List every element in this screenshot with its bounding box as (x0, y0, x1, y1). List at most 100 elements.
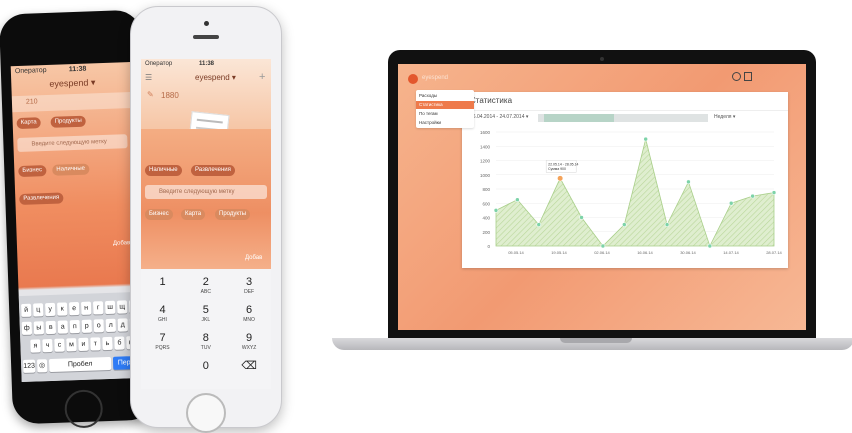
keyboard-key[interactable]: м (66, 338, 77, 352)
tag-chip[interactable]: Карта (16, 117, 41, 130)
numbers-key[interactable]: 123 (22, 359, 36, 373)
keyboard-key[interactable]: д (117, 318, 129, 332)
numpad-key[interactable]: 1 (141, 273, 184, 299)
keyboard: йцукенгшщз фывапролдж ячсмитьбю 123 ◎ Пр… (18, 291, 146, 383)
keyboard-key[interactable]: п (69, 319, 81, 334)
keyboard-key[interactable]: ф (21, 321, 33, 335)
keyboard-key[interactable]: ы (33, 321, 45, 335)
app-title[interactable]: eyespend ▾ (49, 77, 95, 90)
tag-chip[interactable]: Наличные (145, 165, 182, 176)
data-point (515, 197, 520, 202)
add-icon[interactable]: + (259, 71, 265, 83)
tag-chip[interactable]: Бизнес (18, 165, 47, 178)
date-range-select[interactable]: 16.04.2014 - 24.07.2014 ▾ (470, 114, 528, 120)
numpad-key[interactable]: 8 TUV (184, 329, 227, 355)
data-point (664, 222, 670, 227)
keyboard-key[interactable]: г (92, 301, 104, 315)
back-phone-screen: Оператор 11:38 eyespend ▾ 210 Карта Прод… (10, 61, 146, 383)
status-time: 11:38 (68, 65, 87, 74)
keyboard-key[interactable]: а (57, 320, 69, 334)
tag-input[interactable]: Введите следующую метку (17, 134, 128, 153)
tag-chip[interactable]: Продукты (50, 115, 86, 128)
keyboard-key[interactable]: ц (32, 303, 44, 317)
tag-chip[interactable]: Развлечения (19, 192, 64, 205)
keyboard-key[interactable]: й (21, 303, 32, 317)
data-point (536, 222, 542, 227)
app-title[interactable]: eyespend ▾ (195, 73, 236, 82)
keyboard-key[interactable]: б (114, 336, 125, 350)
sidebar-item[interactable]: Настройки (416, 119, 474, 127)
keyboard-key[interactable]: ь (102, 336, 113, 351)
tag-chip[interactable]: Наличные (52, 163, 90, 176)
numpad-key[interactable] (141, 357, 184, 383)
front-camera (204, 21, 209, 26)
numpad-key[interactable]: 3 DEF (228, 273, 271, 299)
x-tick-label: 28.07.14 (766, 250, 782, 255)
keyboard-key[interactable]: к (56, 302, 68, 316)
status-carrier: Оператор (145, 61, 173, 67)
timeline-selection[interactable] (544, 114, 614, 122)
keyboard-key[interactable]: о (93, 319, 105, 333)
keyboard-key[interactable]: и (78, 337, 89, 352)
data-point (493, 208, 499, 213)
amount-row[interactable]: 210 (11, 91, 137, 113)
numpad-key[interactable]: ⌫ (228, 357, 271, 383)
tag-chip[interactable]: Продукты (215, 209, 251, 220)
menu-icon[interactable]: ☰ (145, 73, 152, 82)
x-tick-label: 05.05.14 (508, 250, 524, 255)
logout-icon[interactable] (744, 72, 752, 81)
globe-icon[interactable]: ◎ (36, 359, 48, 373)
speaker-grille (193, 35, 219, 39)
tag-chip[interactable]: Карта (181, 209, 206, 220)
numpad-key[interactable]: 7 PQRS (141, 329, 184, 355)
keyboard-key[interactable]: я (30, 339, 41, 353)
sidebar-item[interactable]: Расходы (416, 92, 474, 100)
numpad-key[interactable]: 4 GHI (141, 301, 184, 327)
tags-area (141, 129, 271, 269)
x-tick-label: 30.06.14 (680, 250, 696, 255)
numpad-key[interactable]: 0 (184, 357, 227, 383)
period-select[interactable]: Неделя ▾ (714, 114, 735, 120)
status-carrier: Оператор (14, 66, 47, 76)
tag-chip[interactable]: Бизнес (145, 209, 173, 220)
tags-row-2: Бизнес Наличные (18, 162, 138, 180)
keyboard-key[interactable]: т (90, 337, 101, 351)
keyboard-key[interactable]: ч (42, 338, 53, 353)
keyboard-key[interactable]: р (81, 319, 93, 333)
home-button[interactable] (186, 393, 226, 433)
edit-icon[interactable]: ✎ (147, 90, 154, 99)
sidebar-item[interactable]: Статистика (416, 101, 474, 109)
app-logo (408, 74, 418, 84)
data-point (579, 215, 584, 220)
tags-row-1: Наличные Развлечения (145, 165, 269, 179)
keyboard-key[interactable]: е (68, 301, 80, 316)
keyboard-key[interactable]: н (80, 301, 92, 315)
keyboard-key[interactable]: у (44, 302, 56, 317)
tags-row-2: Бизнес Карта Продукты (145, 209, 269, 223)
sidebar-item[interactable]: По тегам (416, 110, 474, 118)
keyboard-key[interactable]: ш (104, 300, 116, 315)
home-button[interactable] (64, 389, 104, 429)
space-key[interactable]: Пробел (48, 356, 112, 373)
keyboard-key[interactable]: с (54, 338, 65, 352)
x-tick-label: 19.05.14 (551, 250, 567, 255)
data-point (557, 175, 564, 182)
keyboard-key[interactable]: щ (116, 300, 128, 314)
status-time: 11:38 (199, 61, 215, 67)
numpad-key[interactable]: 9 WXYZ (228, 329, 271, 355)
settings-icon[interactable] (732, 72, 741, 81)
numeric-keypad: 1 2 ABC 3 DEF 4 GHI 5 JKL 6 MNO 7 PQRS 8 TUV 9 WXYZ 0 ⌫ (141, 269, 271, 389)
add-button[interactable]: Добав (245, 255, 262, 261)
keyboard-row-3: ячсмитьбю (30, 336, 144, 354)
y-tick-label: 1600 (480, 130, 491, 135)
tooltip-date: 22.05.14 - 28.05.14 (548, 162, 578, 166)
keyboard-key[interactable]: л (105, 318, 117, 333)
tag-chip[interactable]: Развлечения (191, 165, 235, 176)
tag-input[interactable]: Введите следующую метку (145, 185, 267, 199)
amount-value[interactable]: 1880 (161, 91, 179, 100)
numpad-key[interactable]: 2 ABC (184, 273, 227, 299)
keyboard-key[interactable]: в (45, 320, 57, 335)
tags-row-3: Развлечения (19, 190, 139, 208)
numpad-key[interactable]: 6 MNO (228, 301, 271, 327)
numpad-key[interactable]: 5 JKL (184, 301, 227, 327)
